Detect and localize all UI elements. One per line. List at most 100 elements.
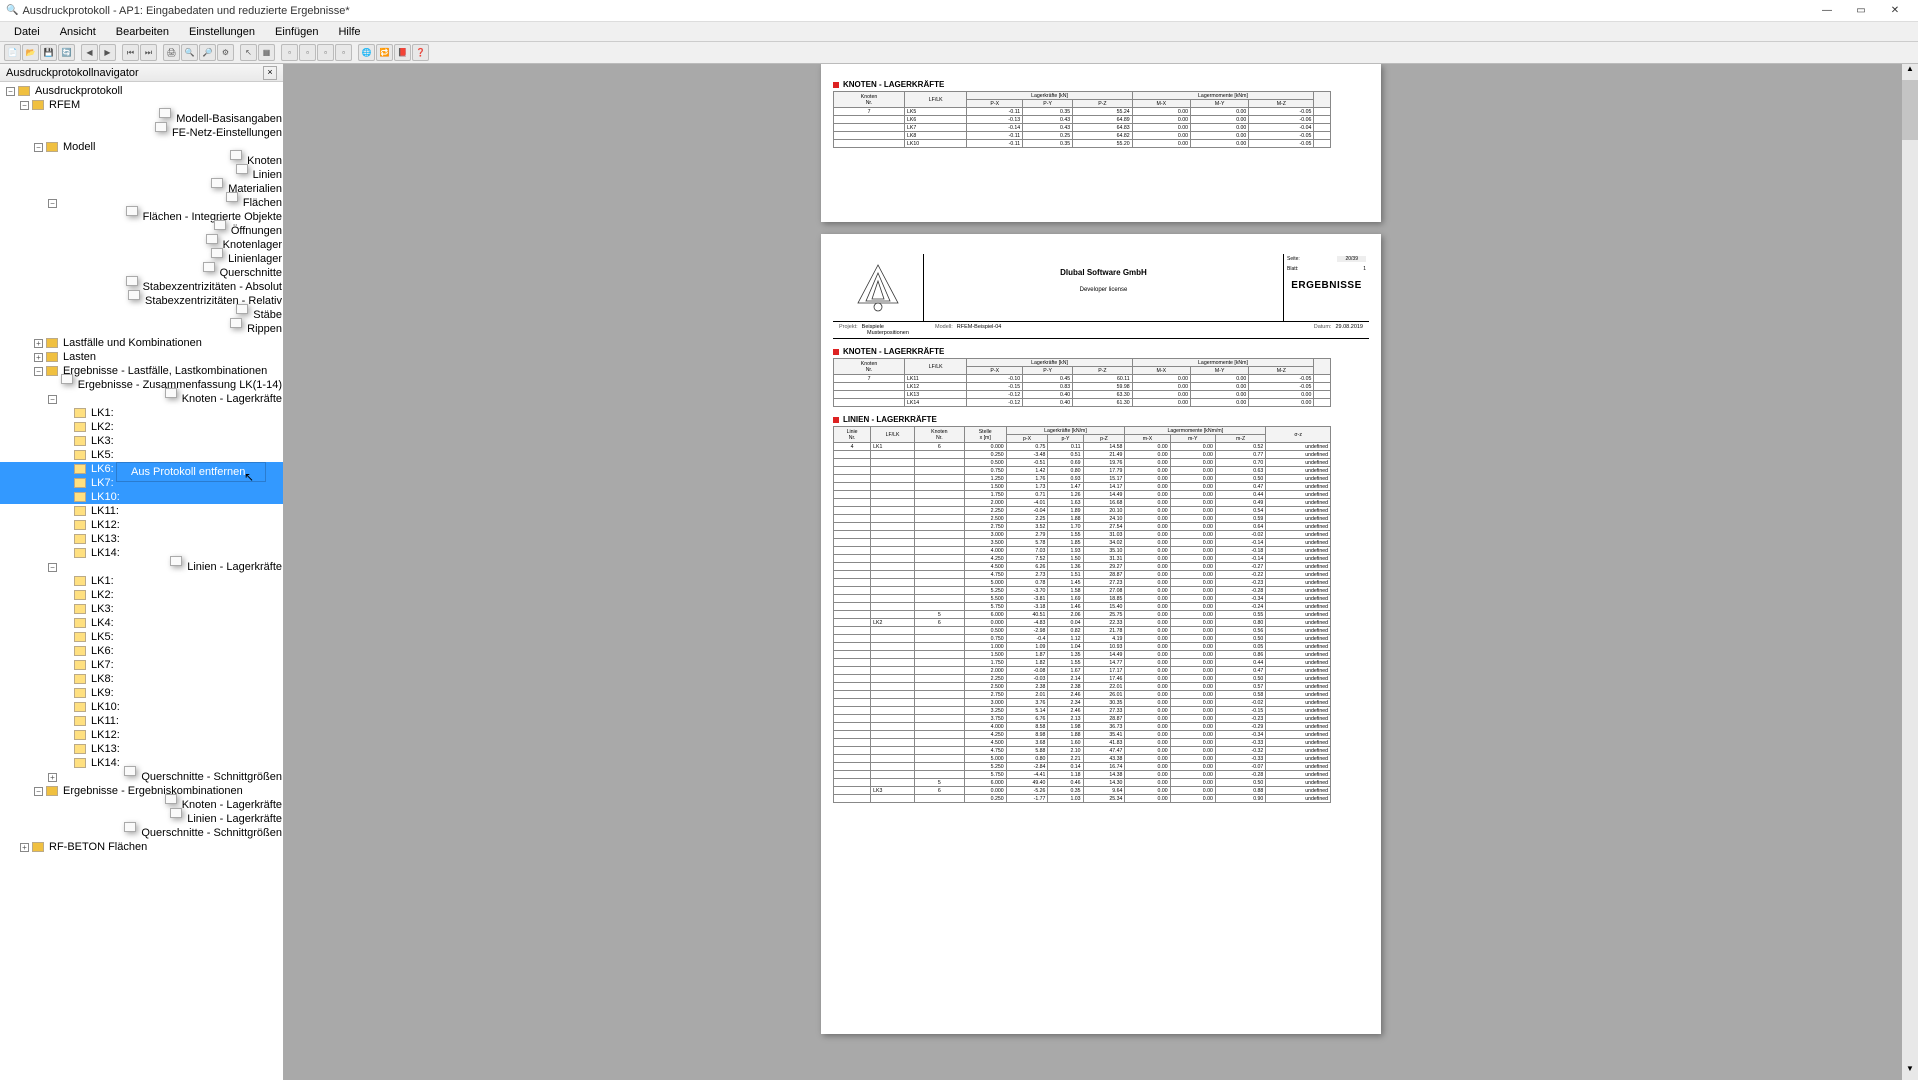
page-header: Dlubal Software GmbH Developer license S… bbox=[833, 254, 1369, 322]
tree-linien-lager[interactable]: −Linien - Lagerkräfte bbox=[0, 560, 283, 574]
tree-lk-selected[interactable]: LK6:Aus Protokoll entfernen↖ bbox=[0, 462, 283, 476]
tree-item[interactable]: Materialien bbox=[0, 182, 283, 196]
tree-lk[interactable]: LK12: bbox=[0, 728, 283, 742]
tree-item[interactable]: Flächen - Integrierte Objekte bbox=[0, 210, 283, 224]
tree-lk[interactable]: LK7: bbox=[0, 658, 283, 672]
tb-zoom-out[interactable]: 🔎 bbox=[199, 44, 216, 61]
tree-item[interactable]: Querschnitte - Schnittgrößen bbox=[0, 826, 283, 840]
tree-lk[interactable]: LK10: bbox=[0, 700, 283, 714]
menu-einstellungen[interactable]: Einstellungen bbox=[179, 24, 265, 40]
tb-p1[interactable]: ▫ bbox=[281, 44, 298, 61]
tree-item[interactable]: Öffnungen bbox=[0, 224, 283, 238]
tree-item[interactable]: Stabexzentrizitäten - Absolut bbox=[0, 280, 283, 294]
ergebnisse-label: ERGEBNISSE bbox=[1284, 280, 1369, 291]
tree-item[interactable]: Knoten - Lagerkräfte bbox=[0, 798, 283, 812]
tb-p3[interactable]: ▫ bbox=[317, 44, 334, 61]
tb-globe[interactable]: 🌐 bbox=[358, 44, 375, 61]
tree-lk[interactable]: LK11: bbox=[0, 504, 283, 518]
tree-item[interactable]: −Flächen bbox=[0, 196, 283, 210]
section-title-knoten: KNOTEN - LAGERKRÄFTE bbox=[833, 80, 1369, 89]
tb-redo[interactable]: ▶ bbox=[99, 44, 116, 61]
tree-lk[interactable]: LK5: bbox=[0, 630, 283, 644]
tree-item[interactable]: Linien - Lagerkräfte bbox=[0, 812, 283, 826]
window-title: Ausdruckprotokoll - AP1: Eingabedaten un… bbox=[22, 5, 349, 17]
menu-einfuegen[interactable]: Einfügen bbox=[265, 24, 328, 40]
tree-rfem[interactable]: −RFEM bbox=[0, 98, 283, 112]
tb-select[interactable]: ▦ bbox=[258, 44, 275, 61]
maximize-button[interactable]: ▭ bbox=[1844, 1, 1878, 21]
tree-item[interactable]: Querschnitte bbox=[0, 266, 283, 280]
tb-cursor[interactable]: ↖ bbox=[240, 44, 257, 61]
navigator-title-bar: Ausdruckprotokollnavigator × bbox=[0, 64, 283, 82]
tree-item[interactable]: +Querschnitte - Schnittgrößen bbox=[0, 770, 283, 784]
tree-lk[interactable]: LK11: bbox=[0, 714, 283, 728]
tree-lk[interactable]: LK1: bbox=[0, 574, 283, 588]
tree-lk[interactable]: LK12: bbox=[0, 518, 283, 532]
tree-lk[interactable]: LK9: bbox=[0, 686, 283, 700]
tree-lk[interactable]: LK3: bbox=[0, 434, 283, 448]
menu-ansicht[interactable]: Ansicht bbox=[50, 24, 106, 40]
tree-item[interactable]: Linienlager bbox=[0, 252, 283, 266]
table-knoten-full: KnotenNr.LF/LKLagerkräfte [kN]Lagermomen… bbox=[833, 358, 1331, 407]
tb-p4[interactable]: ▫ bbox=[335, 44, 352, 61]
company-logo bbox=[833, 254, 923, 321]
tb-settings[interactable]: ⚙ bbox=[217, 44, 234, 61]
tree-item[interactable]: Linien bbox=[0, 168, 283, 182]
menu-hilfe[interactable]: Hilfe bbox=[328, 24, 370, 40]
tree-lk[interactable]: LK2: bbox=[0, 588, 283, 602]
tree-item[interactable]: +Lasten bbox=[0, 350, 283, 364]
tree-item[interactable]: Rippen bbox=[0, 322, 283, 336]
tree-item[interactable]: FE-Netz-Einstellungen bbox=[0, 126, 283, 140]
menu-datei[interactable]: Datei bbox=[4, 24, 50, 40]
tree-lk[interactable]: LK2: bbox=[0, 420, 283, 434]
tb-help[interactable]: ❓ bbox=[412, 44, 429, 61]
tree-erg-komb[interactable]: −Ergebnisse - Ergebniskombinationen bbox=[0, 784, 283, 798]
vertical-scrollbar[interactable]: ▲ ▼ bbox=[1902, 64, 1918, 1080]
tree-lk[interactable]: LK14: bbox=[0, 756, 283, 770]
navigator-tree[interactable]: −Ausdruckprotokoll−RFEMModell-Basisangab… bbox=[0, 82, 283, 1080]
tree-lk[interactable]: LK3: bbox=[0, 602, 283, 616]
tb-save[interactable]: 💾 bbox=[40, 44, 57, 61]
tree-erg-lf[interactable]: −Ergebnisse - Lastfälle, Lastkombination… bbox=[0, 364, 283, 378]
tb-print[interactable]: 🖨 bbox=[163, 44, 180, 61]
tree-knoten-lager[interactable]: −Knoten - Lagerkräfte bbox=[0, 392, 283, 406]
table-knoten-top: KnotenNr.LF/LKLagerkräfte [kN]Lagermomen… bbox=[833, 91, 1331, 148]
section-title-linien: LINIEN - LAGERKRÄFTE bbox=[833, 415, 1369, 424]
tb-open[interactable]: 📂 bbox=[22, 44, 39, 61]
menu-bar: Datei Ansicht Bearbeiten Einstellungen E… bbox=[0, 22, 1918, 42]
tree-rf-beton[interactable]: +RF-BETON Flächen bbox=[0, 840, 283, 854]
tree-item[interactable]: Modell-Basisangaben bbox=[0, 112, 283, 126]
tree-lk[interactable]: LK4: bbox=[0, 616, 283, 630]
tb-refresh2[interactable]: 🔁 bbox=[376, 44, 393, 61]
table-linien: LinieNr.LF/LKKnotenNr.Stellex [m]Lagerkr… bbox=[833, 426, 1331, 803]
tree-item[interactable]: Ergebnisse - Zusammenfassung LK(1-14) bbox=[0, 378, 283, 392]
context-menu[interactable]: Aus Protokoll entfernen bbox=[116, 462, 266, 482]
tree-lk[interactable]: LK14: bbox=[0, 546, 283, 560]
tree-root[interactable]: −Ausdruckprotokoll bbox=[0, 84, 283, 98]
menu-bearbeiten[interactable]: Bearbeiten bbox=[106, 24, 179, 40]
tree-lk[interactable]: LK13: bbox=[0, 532, 283, 546]
company-name: Dlubal Software GmbH bbox=[924, 268, 1283, 277]
tree-lk[interactable]: LK6: bbox=[0, 644, 283, 658]
tree-item[interactable]: +Lastfälle und Kombinationen bbox=[0, 336, 283, 350]
tb-new[interactable]: 📄 bbox=[4, 44, 21, 61]
minimize-button[interactable]: — bbox=[1810, 1, 1844, 21]
tree-lk-selected[interactable]: LK10: bbox=[0, 490, 283, 504]
tree-item[interactable]: Knotenlager bbox=[0, 238, 283, 252]
tb-pdf[interactable]: 📕 bbox=[394, 44, 411, 61]
tb-first[interactable]: ⏮ bbox=[122, 44, 139, 61]
tb-undo[interactable]: ◀ bbox=[81, 44, 98, 61]
tree-lk[interactable]: LK5: bbox=[0, 448, 283, 462]
tb-refresh[interactable]: 🔄 bbox=[58, 44, 75, 61]
page-meta: Projekt:BeispieleMusterpositionen Modell… bbox=[833, 322, 1369, 339]
title-bar: 🔍 Ausdruckprotokoll - AP1: Eingabedaten … bbox=[0, 0, 1918, 22]
navigator-close-button[interactable]: × bbox=[263, 66, 277, 80]
close-button[interactable]: ✕ bbox=[1878, 1, 1912, 21]
document-viewport[interactable]: KNOTEN - LAGERKRÄFTE KnotenNr.LF/LKLager… bbox=[284, 64, 1918, 1080]
tree-lk[interactable]: LK13: bbox=[0, 742, 283, 756]
tree-lk[interactable]: LK1: bbox=[0, 406, 283, 420]
tb-last[interactable]: ⏭ bbox=[140, 44, 157, 61]
tree-lk[interactable]: LK8: bbox=[0, 672, 283, 686]
tb-p2[interactable]: ▫ bbox=[299, 44, 316, 61]
tb-zoom-in[interactable]: 🔍 bbox=[181, 44, 198, 61]
